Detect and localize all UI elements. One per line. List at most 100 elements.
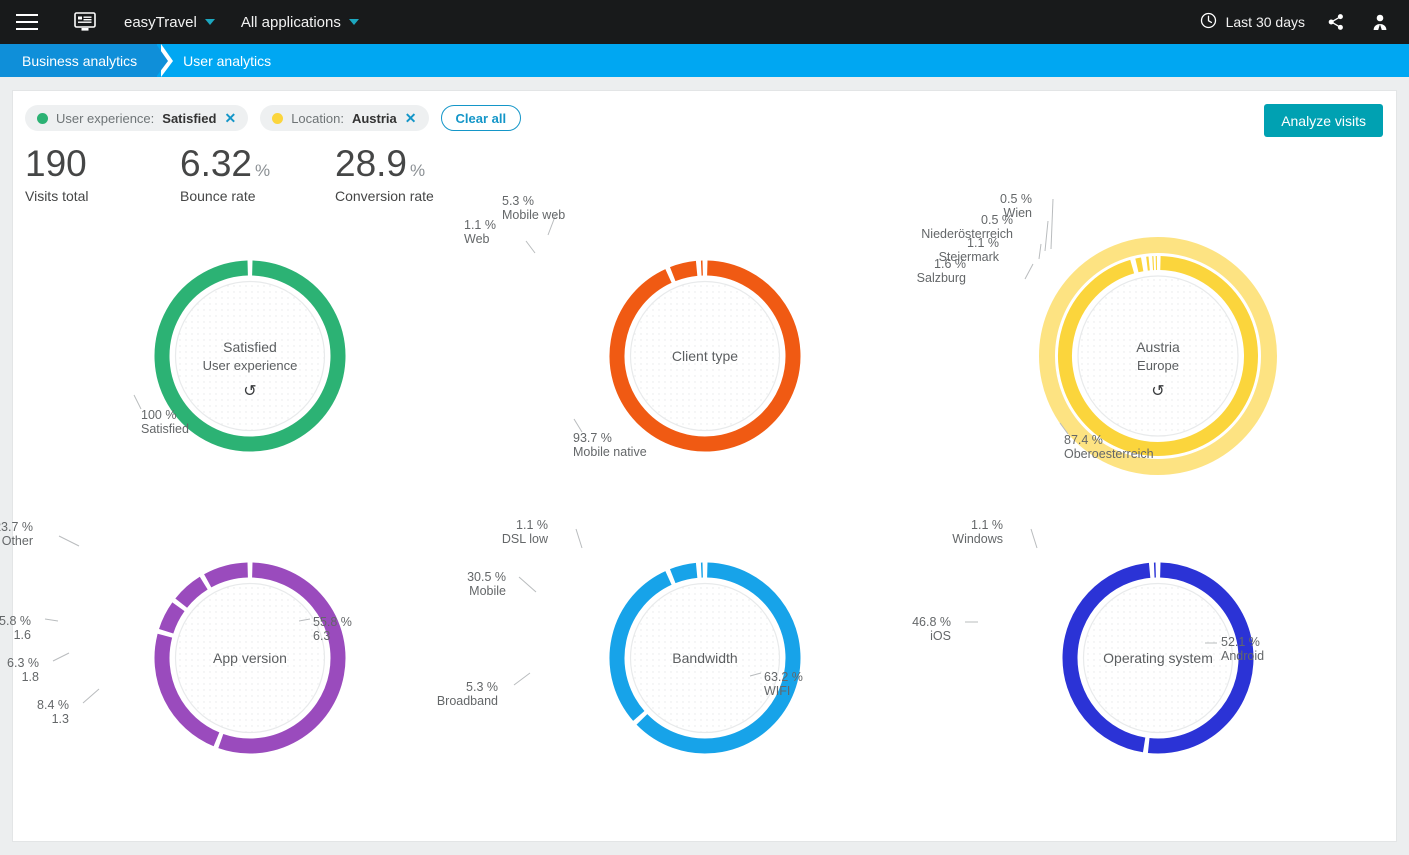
donut-chart-user-experience[interactable]: Satisfied User experience ↺ 100 % Satisfied — [23, 219, 478, 519]
svg-text:46.8 %: 46.8 % — [912, 615, 951, 629]
svg-text:55.8 %: 55.8 % — [313, 615, 352, 629]
application-scope-label: All applications — [240, 13, 341, 31]
kpi-value: 28.9 — [335, 143, 408, 184]
svg-text:App version: App version — [213, 650, 287, 666]
donut-chart-client-type[interactable]: Client type 93.7 % Mobile native 5.3 % Mobil… — [464, 194, 933, 519]
filter-chip-key: Location: — [291, 110, 344, 126]
kpi-value: 6.32 — [180, 143, 253, 184]
svg-text:23.7 %: 23.7 % — [0, 520, 33, 534]
close-icon[interactable]: ✕ — [405, 111, 417, 125]
svg-text:0.5 %: 0.5 % — [1000, 192, 1032, 206]
svg-text:63.2 %: 63.2 % — [764, 670, 803, 684]
svg-text:Client type: Client type — [672, 348, 738, 364]
svg-text:5.8 %: 5.8 % — [0, 614, 31, 628]
donut-chart-app-version[interactable]: App version 55.8 %6.3 23.7 %Other 5.8 %1.6 6… — [0, 520, 478, 821]
kpi-visits-total: 190 Visits total — [25, 143, 180, 204]
analyze-visits-button[interactable]: Analyze visits — [1264, 104, 1383, 137]
application-scope-selector[interactable]: All applications — [241, 14, 359, 31]
svg-text:Niederösterreich: Niederösterreich — [921, 227, 1013, 241]
filter-bar: User experience: Satisfied ✕ Location: A… — [13, 91, 1396, 131]
filter-color-dot — [37, 112, 48, 124]
chevron-down-icon — [204, 19, 215, 25]
filter-chip-location[interactable]: Location: Austria ✕ — [260, 105, 429, 131]
donut-chart-operating-system[interactable]: Operating system 52.1 % Android 46.8 % iOS 1.… — [912, 518, 1386, 821]
svg-text:52.1 %: 52.1 % — [1221, 635, 1260, 649]
svg-text:Europe: Europe — [1137, 358, 1179, 373]
kpi-unit: % — [410, 161, 426, 180]
svg-text:Salzburg: Salzburg — [917, 271, 966, 285]
svg-text:8.4 %: 8.4 % — [37, 698, 69, 712]
close-icon[interactable]: ✕ — [224, 111, 236, 125]
kpi-unit: % — [255, 161, 271, 180]
filter-chip-value: Austria — [351, 110, 397, 126]
svg-text:87.4 %: 87.4 % — [1064, 433, 1103, 447]
svg-text:Windows: Windows — [952, 532, 1003, 546]
breadcrumb-label: Business analytics — [22, 52, 138, 69]
svg-text:Mobile native: Mobile native — [573, 445, 647, 459]
svg-text:Broadband: Broadband — [437, 694, 498, 708]
svg-text:Steiermark: Steiermark — [939, 250, 1000, 264]
kpi-caption: Visits total — [25, 187, 89, 204]
filter-chip-key: User experience: — [56, 110, 155, 126]
filter-chip-value: Satisfied — [162, 110, 217, 126]
kpi-value: 190 — [25, 143, 87, 184]
svg-text:Web: Web — [464, 232, 490, 246]
svg-text:1.1 %: 1.1 % — [516, 518, 548, 532]
share-icon[interactable] — [1323, 9, 1349, 35]
svg-text:iOS: iOS — [930, 629, 951, 643]
breadcrumb-item-user-analytics[interactable]: User analytics — [157, 44, 287, 77]
svg-text:Austria: Austria — [1136, 339, 1180, 355]
svg-text:Operating system: Operating system — [1103, 650, 1213, 666]
svg-text:↺: ↺ — [243, 383, 256, 400]
svg-text:1.8: 1.8 — [22, 670, 39, 684]
filter-color-dot — [272, 112, 284, 124]
chevron-down-icon — [348, 19, 359, 25]
svg-text:WIFI: WIFI — [764, 684, 790, 698]
svg-text:Android: Android — [1221, 649, 1264, 663]
kpi-row: 190 Visits total 6.32% Bounce rate 28.9%… — [13, 131, 1396, 204]
svg-text:Mobile web: Mobile web — [502, 208, 565, 222]
breadcrumb: Business analytics User analytics — [0, 44, 1409, 77]
svg-text:5.3 %: 5.3 % — [466, 680, 498, 694]
svg-text:Oberoesterreich: Oberoesterreich — [1064, 447, 1154, 461]
top-bar: easyTravel All applications Last 30 days — [0, 0, 1409, 44]
clock-icon — [1200, 12, 1217, 32]
svg-text:DSL low: DSL low — [502, 532, 549, 546]
donut-chart-location[interactable]: Austria Europe ↺ 87.4 % Oberoesterreich 1.6 %… — [917, 192, 1386, 519]
breadcrumb-item-business-analytics[interactable]: Business analytics — [0, 44, 174, 77]
analytics-card: Analyze visits User experience: Satisfie… — [0, 90, 1397, 842]
svg-text:Satisfied: Satisfied — [141, 422, 189, 436]
dashboard-icon[interactable] — [68, 7, 102, 37]
timeframe-selector[interactable]: Last 30 days — [1200, 12, 1305, 32]
svg-text:Bandwidth: Bandwidth — [672, 650, 737, 666]
svg-text:100 %: 100 % — [141, 408, 176, 422]
top-bar-right: Last 30 days — [1200, 9, 1393, 35]
timeframe-label: Last 30 days — [1225, 14, 1305, 30]
svg-text:30.5 %: 30.5 % — [467, 570, 506, 584]
breadcrumb-label: User analytics — [183, 52, 272, 69]
kpi-conversion-rate: 28.9% Conversion rate — [335, 143, 490, 204]
kpi-caption: Bounce rate — [180, 187, 256, 204]
svg-text:6.3: 6.3 — [313, 629, 330, 643]
svg-text:1.3: 1.3 — [52, 712, 69, 726]
svg-text:Mobile: Mobile — [469, 584, 506, 598]
svg-text:6.3 %: 6.3 % — [7, 656, 39, 670]
svg-text:Other: Other — [2, 534, 33, 548]
environment-selector[interactable]: easyTravel — [124, 14, 215, 31]
filter-chip-user-experience[interactable]: User experience: Satisfied ✕ — [25, 105, 249, 131]
donut-chart-bandwidth[interactable]: Bandwidth 63.2 % WIFI 30.5 % Mobile 5.3 % Broa… — [437, 518, 933, 821]
svg-text:↺: ↺ — [1151, 383, 1164, 400]
svg-text:1.1 %: 1.1 % — [464, 218, 496, 232]
svg-text:5.3 %: 5.3 % — [502, 194, 534, 208]
user-avatar-icon[interactable] — [1367, 9, 1393, 35]
svg-text:93.7 %: 93.7 % — [573, 431, 612, 445]
donut-grid: Satisfied User experience ↺ 100 % Satisfied … — [0, 192, 1396, 841]
svg-text:Satisfied: Satisfied — [223, 339, 277, 355]
environment-label: easyTravel — [124, 13, 197, 31]
hamburger-icon[interactable] — [16, 7, 50, 37]
kpi-caption: Conversion rate — [335, 187, 434, 204]
svg-text:User experience: User experience — [203, 358, 298, 373]
svg-text:1.6: 1.6 — [14, 628, 31, 642]
svg-text:1.1 %: 1.1 % — [971, 518, 1003, 532]
clear-all-button[interactable]: Clear all — [440, 105, 522, 131]
